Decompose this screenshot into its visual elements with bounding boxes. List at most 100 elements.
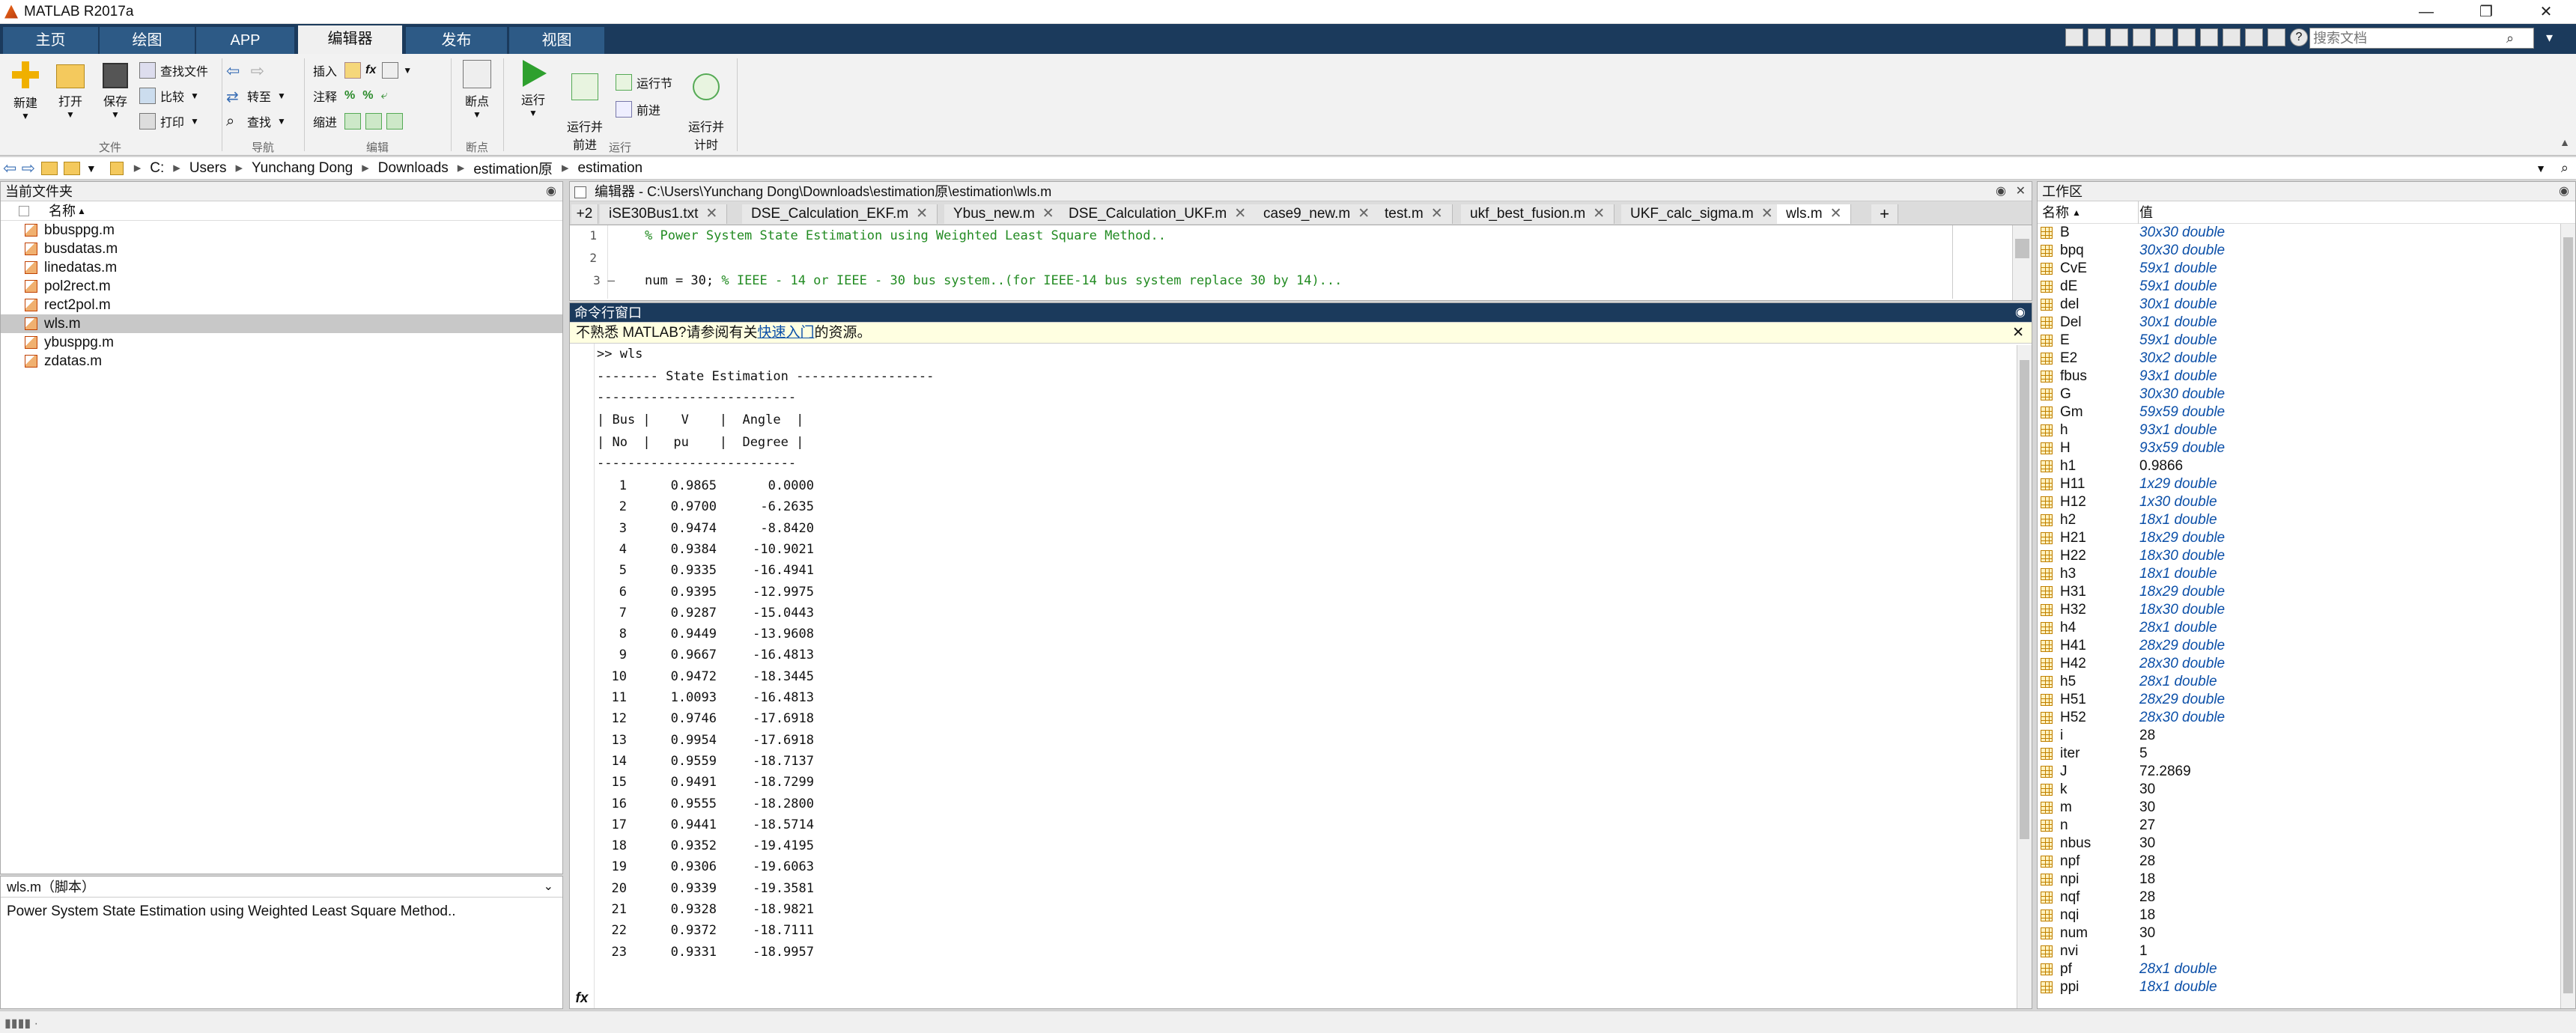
editor-tab[interactable]: Ybus_new.m ✕ [944, 204, 1064, 224]
editor-scrollbar[interactable] [2012, 225, 2032, 300]
command-menu-icon[interactable]: ◉ [2015, 303, 2026, 323]
close-button[interactable]: ✕ [2516, 0, 2576, 24]
workspace-variable[interactable]: ppi 18x1 double [2038, 978, 2575, 996]
save-icon[interactable] [2088, 28, 2106, 46]
close-tab-icon[interactable]: ✕ [1234, 206, 1246, 222]
workspace-variable[interactable]: k 30 [2038, 781, 2575, 799]
run-section-button[interactable]: 运行节 [616, 73, 672, 91]
file-item[interactable]: linedatas.m [1, 258, 562, 277]
increase-indent-icon[interactable] [365, 113, 383, 129]
wrap-comments-icon[interactable]: ⤶ [380, 89, 387, 103]
code-area[interactable]: 1 % Power System State Estimation using … [570, 225, 2032, 299]
path-segment[interactable]: C: [150, 160, 164, 177]
close-tab-icon[interactable]: ✕ [1830, 206, 1842, 222]
workspace-variable[interactable]: H42 28x30 double [2038, 655, 2575, 673]
redo-icon[interactable] [2200, 28, 2218, 46]
goto-button[interactable]: ⇄ 转至 ▼ [226, 87, 286, 106]
editor-tab[interactable]: UKF_calc_sigma.m ✕ [1621, 204, 1783, 224]
insert-button[interactable]: 插入 fx ▼ [313, 61, 412, 79]
search-input[interactable] [2310, 29, 2506, 47]
find-files-button[interactable]: 查找文件 [139, 61, 208, 79]
value-column-header[interactable]: 值 [2139, 201, 2153, 224]
dismiss-notice-icon[interactable]: ✕ [2012, 323, 2024, 344]
workspace-variable[interactable]: nbus 30 [2038, 835, 2575, 853]
workspace-variable[interactable]: E 59x1 double [2038, 332, 2575, 350]
editor-tab[interactable]: ukf_best_fusion.m ✕ [1461, 204, 1615, 224]
workspace-variable[interactable]: H12 1x30 double [2038, 493, 2575, 511]
workspace-variable[interactable]: J 72.2869 [2038, 763, 2575, 781]
workspace-variable[interactable]: i 28 [2038, 727, 2575, 745]
path-segment[interactable]: Users [189, 160, 227, 177]
editor-tab[interactable]: test.m ✕ [1376, 204, 1453, 224]
close-tab-icon[interactable]: ✕ [1593, 206, 1605, 222]
workspace-variable[interactable]: n 27 [2038, 817, 2575, 835]
getting-started-link[interactable]: 快速入门 [757, 325, 814, 341]
editor-menu-icon[interactable]: ◉ [1996, 182, 2006, 201]
search-icon[interactable]: ⌕ [2506, 31, 2514, 46]
path-segment[interactable]: Downloads [378, 160, 449, 177]
tab-apps[interactable]: APP [196, 27, 295, 54]
workspace-variable[interactable]: Gm 59x59 double [2038, 403, 2575, 421]
workspace-variable[interactable]: h5 28x1 double [2038, 673, 2575, 691]
back-forward-buttons[interactable]: ⇦ ⇨ [226, 61, 264, 81]
address-dropdown-icon[interactable]: ▼ [2536, 162, 2546, 174]
decrease-indent-icon[interactable] [386, 113, 404, 129]
smart-indent-icon[interactable] [344, 113, 362, 129]
workspace-variable[interactable]: H32 18x30 double [2038, 601, 2575, 619]
close-tab-icon[interactable]: ✕ [916, 206, 928, 222]
file-item[interactable]: busdatas.m [1, 240, 562, 258]
close-tab-icon[interactable]: ✕ [1761, 206, 1773, 222]
close-tab-icon[interactable]: ✕ [705, 206, 717, 222]
workspace-variable[interactable]: num 30 [2038, 924, 2575, 942]
save-button[interactable]: 保存 ▼ [94, 60, 136, 120]
tab-home[interactable]: 主页 [3, 27, 99, 54]
editor-tab[interactable]: DSE_Calculation_EKF.m ✕ [742, 204, 938, 224]
editor-tab-active[interactable]: wls.m ✕ [1777, 204, 1852, 224]
command-scrollbar[interactable] [2017, 345, 2032, 1008]
path-segment[interactable]: estimation [577, 160, 643, 177]
workspace-variable[interactable]: H31 18x29 double [2038, 583, 2575, 601]
panel-menu-icon[interactable]: ◉ [546, 182, 556, 201]
workspace-variable[interactable]: nqi 18 [2038, 906, 2575, 924]
fx-icon[interactable]: fx [365, 64, 376, 77]
close-tab-icon[interactable]: ✕ [1358, 206, 1370, 222]
workspace-variable[interactable]: h1 0.9866 [2038, 457, 2575, 475]
back-icon[interactable]: ⇦ [3, 159, 16, 178]
new-button[interactable]: 新建 ▼ [4, 60, 46, 121]
percent-comment-icon[interactable]: % [344, 89, 355, 103]
paste-icon[interactable] [2155, 28, 2173, 46]
file-item[interactable]: bbusppg.m [1, 221, 562, 240]
switch-windows-icon[interactable] [2223, 28, 2241, 46]
workspace-variable[interactable]: H51 28x29 double [2038, 691, 2575, 709]
forward-arrow-icon[interactable]: ⇨ [250, 61, 264, 81]
workspace-variable[interactable]: H 93x59 double [2038, 439, 2575, 457]
file-item[interactable]: ybusppg.m [1, 333, 562, 352]
workspace-variable[interactable]: E2 30x2 double [2038, 350, 2575, 368]
insert-code-icon[interactable] [382, 62, 399, 79]
close-tab-icon[interactable]: ✕ [1042, 206, 1054, 222]
workspace-variable[interactable]: npi 18 [2038, 871, 2575, 889]
collapse-ribbon-icon[interactable]: ▲ [2560, 136, 2570, 148]
workspace-variable[interactable]: H41 28x29 double [2038, 637, 2575, 655]
name-column-header[interactable]: 名称 [2042, 201, 2069, 224]
workspace-variable[interactable]: H22 18x30 double [2038, 547, 2575, 565]
community-icon[interactable] [2267, 28, 2285, 46]
workspace-variable[interactable]: m 30 [2038, 799, 2575, 817]
workspace-variable[interactable]: nqf 28 [2038, 889, 2575, 906]
advance-button[interactable]: 前进 [616, 100, 660, 118]
editor-tab[interactable]: DSE_Calculation_UKF.m ✕ [1060, 204, 1257, 224]
run-button[interactable]: 运行 ▼ [512, 60, 554, 118]
workspace-variable[interactable]: dE 59x1 double [2038, 278, 2575, 296]
layout-icon[interactable] [2065, 28, 2083, 46]
details-collapse-icon[interactable]: ⌄ [544, 877, 553, 898]
minimize-button[interactable]: — [2396, 0, 2456, 24]
workspace-variable[interactable]: fbus 93x1 double [2038, 368, 2575, 386]
forward-icon[interactable]: ⇨ [21, 159, 34, 178]
workspace-variable[interactable]: bpq 30x30 double [2038, 242, 2575, 260]
workspace-variable[interactable]: pf 28x1 double [2038, 960, 2575, 978]
notifications-icon[interactable]: ▾ [2546, 30, 2553, 46]
editor-tab[interactable]: iSE30Bus1.txt ✕ [600, 204, 728, 224]
compare-button[interactable]: 比较 ▼ [139, 87, 199, 105]
comment-button[interactable]: 注释 % % ⤶ [313, 87, 387, 105]
workspace-menu-icon[interactable]: ◉ [2559, 182, 2569, 201]
